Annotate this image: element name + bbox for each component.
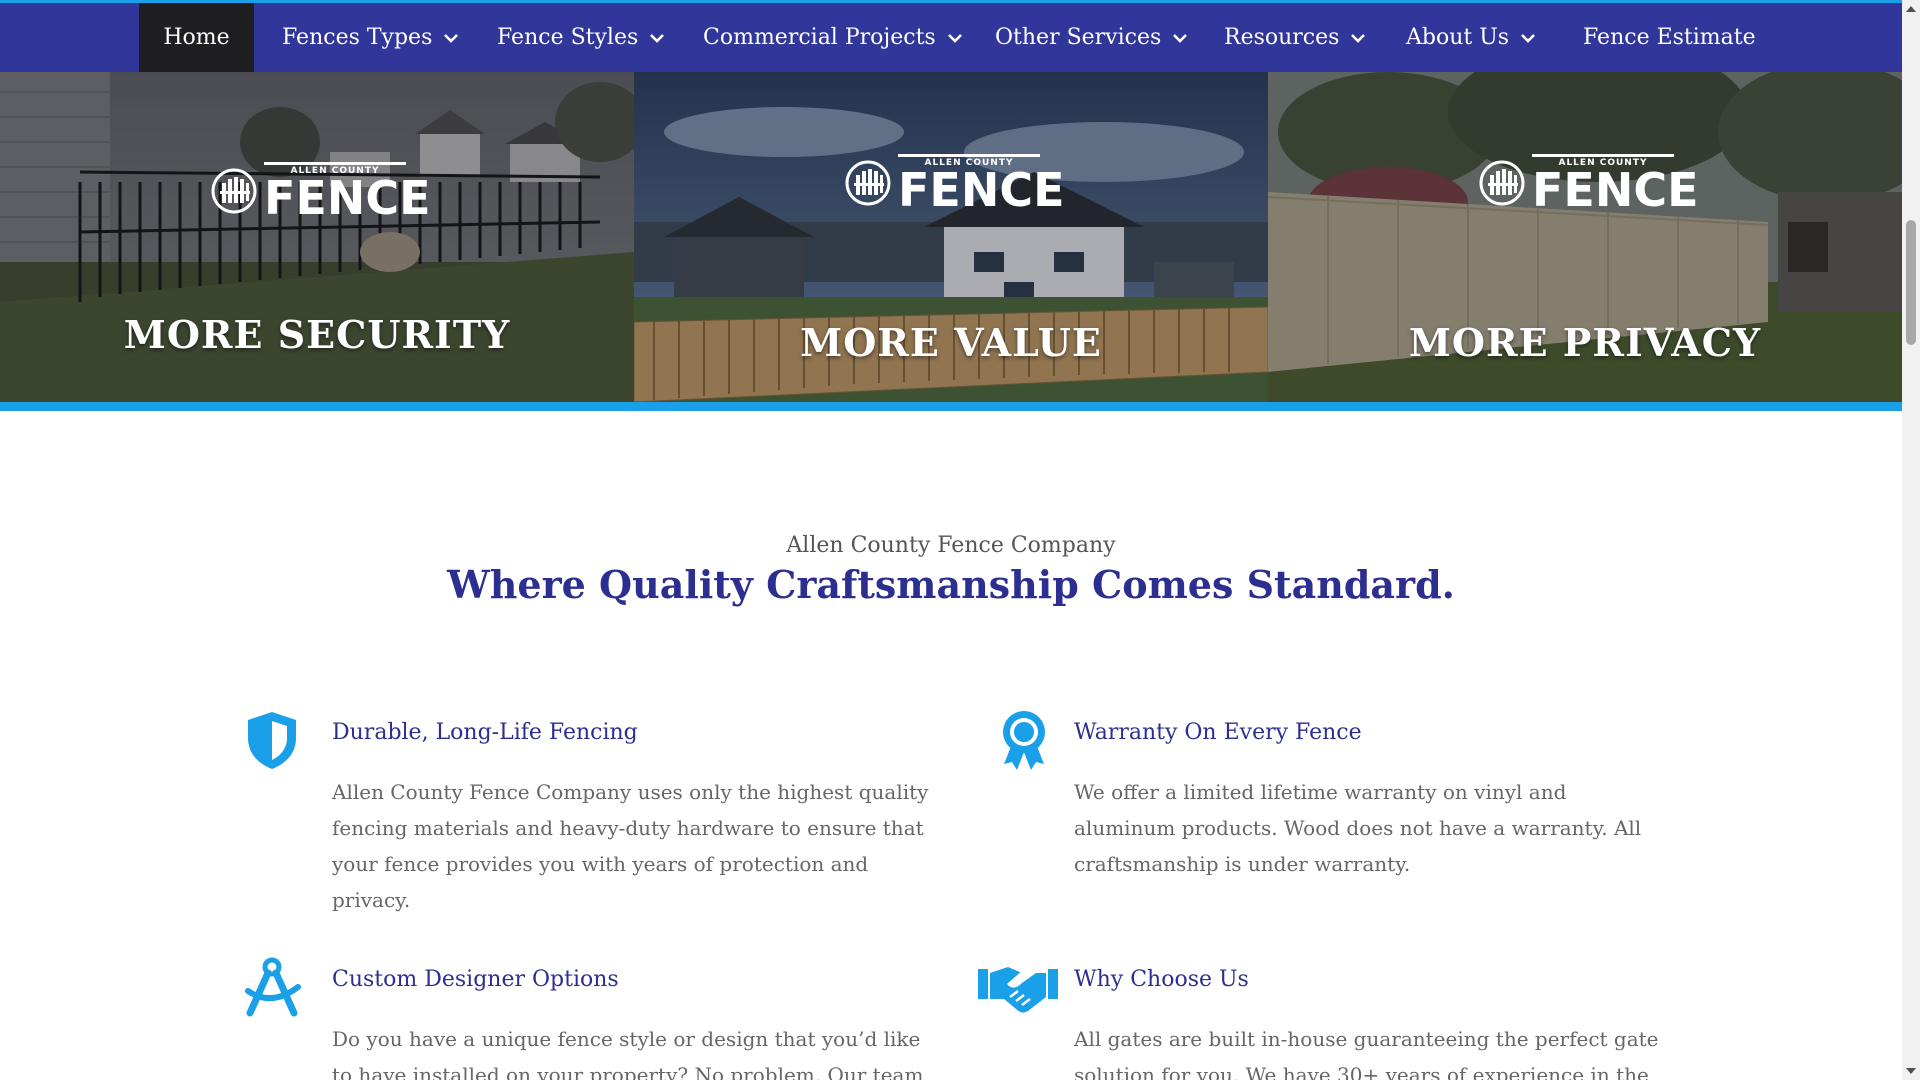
feature-text: Do you have a unique fence style or desi…	[332, 1027, 924, 1080]
nav-fence-styles-label: Fence Styles	[497, 25, 639, 50]
drafting-compass-icon	[240, 955, 304, 1019]
shield-icon	[240, 708, 304, 772]
nav-about-us-label: About Us	[1406, 25, 1510, 50]
nav-fence-styles[interactable]: Fence Styles	[497, 3, 666, 72]
logo-big-text: FENCE	[1532, 163, 1699, 217]
logo-big-text: FENCE	[264, 171, 431, 225]
nav-about-us[interactable]: About Us	[1406, 3, 1537, 72]
chevron-down-icon	[1349, 29, 1367, 47]
feature-durable: Durable, Long-Life Fencing Allen County …	[240, 700, 928, 912]
fence-logo-icon	[1479, 160, 1525, 206]
chevron-down-icon	[1171, 29, 1189, 47]
nav-resources-label: Resources	[1224, 25, 1340, 50]
main-nav: Home Fences Types Fence Styles Commercia…	[0, 0, 1902, 72]
hero-banner: ALLEN COUNTY FENCE MORE SECURITY ALLEN C…	[0, 72, 1902, 402]
hero-caption-privacy: MORE PRIVACY	[1408, 320, 1762, 365]
chevron-down-icon	[1519, 29, 1537, 47]
chevron-down-icon	[648, 29, 666, 47]
nav-other-services-label: Other Services	[995, 25, 1162, 50]
feature-warranty: Warranty On Every Fence We offer a limit…	[982, 700, 1641, 890]
feature-title: Custom Designer Options	[332, 967, 619, 992]
brand-logo: ALLEN COUNTY FENCE	[210, 162, 431, 225]
feature-why-choose-us: Why Choose Us All gates are built in-hou…	[978, 947, 1659, 1080]
chevron-down-icon	[442, 29, 460, 47]
brand-logo: ALLEN COUNTY FENCE	[844, 154, 1065, 217]
nav-resources[interactable]: Resources	[1224, 3, 1367, 72]
nav-fences-types-label: Fences Types	[282, 25, 433, 50]
scroll-down-arrow-icon[interactable]	[1906, 1068, 1916, 1074]
feature-title: Warranty On Every Fence	[1074, 720, 1362, 745]
hero-panel-security[interactable]: ALLEN COUNTY FENCE MORE SECURITY	[0, 72, 634, 402]
hero-caption-security: MORE SECURITY	[123, 312, 511, 357]
fence-logo-icon	[211, 168, 257, 214]
feature-text: All gates are built in-house guaranteein…	[1074, 1027, 1659, 1080]
nav-commercial-projects-label: Commercial Projects	[703, 25, 936, 50]
scrollbar-thumb[interactable]	[1906, 220, 1916, 345]
nav-fence-estimate-label: Fence Estimate	[1583, 25, 1756, 50]
fence-logo-icon	[845, 160, 891, 206]
nav-fence-estimate[interactable]: Fence Estimate	[1583, 3, 1756, 72]
logo-big-text: FENCE	[898, 163, 1065, 217]
feature-text: We offer a limited lifetime warranty on …	[1074, 780, 1642, 876]
hero-accent-bar	[0, 402, 1902, 411]
feature-title: Durable, Long-Life Fencing	[332, 720, 638, 745]
nav-commercial-projects[interactable]: Commercial Projects	[703, 3, 964, 72]
chevron-down-icon	[946, 29, 964, 47]
nav-home[interactable]: Home	[139, 3, 254, 72]
hero-panel-privacy[interactable]: ALLEN COUNTY FENCE MORE PRIVACY	[1268, 72, 1902, 402]
page-scrollbar[interactable]	[1902, 0, 1920, 1080]
feature-text: Allen County Fence Company uses only the…	[332, 780, 929, 912]
hero-caption-value: MORE VALUE	[800, 320, 1102, 365]
nav-fences-types[interactable]: Fences Types	[282, 3, 460, 72]
award-ribbon-icon	[992, 708, 1056, 772]
intro-title: Where Quality Craftsmanship Comes Standa…	[447, 562, 1455, 607]
intro-subtitle: Allen County Fence Company	[786, 533, 1116, 558]
handshake-icon	[978, 955, 1058, 1019]
brand-logo: ALLEN COUNTY FENCE	[1478, 154, 1699, 217]
feature-title: Why Choose Us	[1074, 967, 1249, 992]
hero-panel-value[interactable]: ALLEN COUNTY FENCE MORE VALUE	[634, 72, 1268, 402]
scroll-up-arrow-icon[interactable]	[1906, 6, 1916, 12]
nav-home-label: Home	[163, 25, 230, 50]
nav-other-services[interactable]: Other Services	[995, 3, 1189, 72]
feature-custom-designer: Custom Designer Options Do you have a un…	[240, 947, 923, 1080]
